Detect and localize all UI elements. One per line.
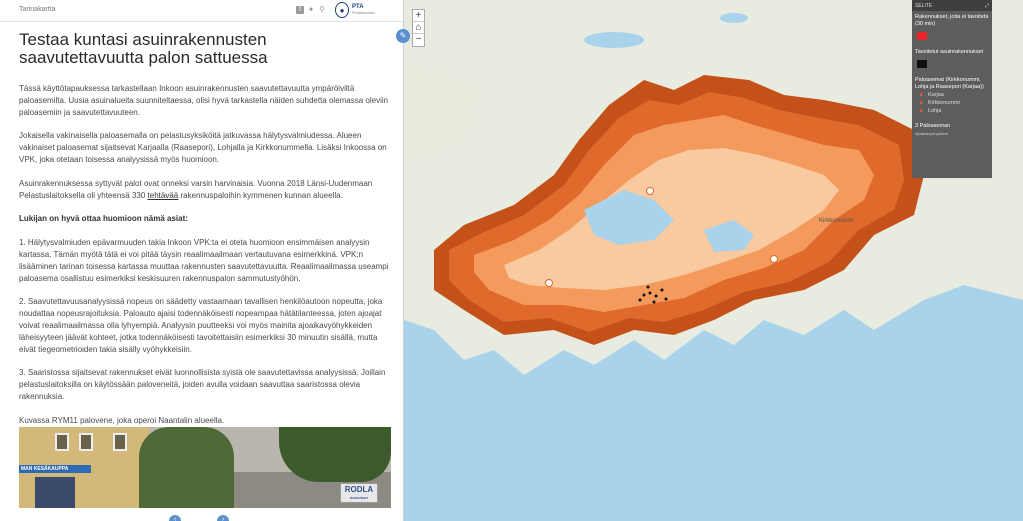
legend-reached: Tavoitetut asuinrakennukset: [912, 46, 992, 68]
building-dot: [664, 297, 668, 301]
pencil-icon[interactable]: ✎: [396, 29, 410, 43]
zoom-in-button[interactable]: +: [413, 10, 424, 22]
story-header: Tarinakartta f ✦ ⚲ ● PTA Pelastusalan: [0, 0, 403, 22]
truck-sign: RODLA RAKENTEET: [340, 483, 378, 503]
legend-stations: Paloasemat (Kirkkonummi, Lohja ja Raasep…: [912, 74, 992, 91]
fire-station-lohja: [646, 187, 654, 195]
lake: [720, 13, 748, 23]
map-legend: SELITE ⤢ Rakennukset, joita ei tavoiteta…: [912, 0, 992, 178]
story-paragraph-statistics: Asuinrakennuksessa syttyvät palot ovat o…: [19, 178, 391, 202]
story-content: Testaa kuntasi asuinrakennusten saavutet…: [19, 31, 391, 431]
fire-station-kirkkonummi: [770, 255, 778, 263]
story-paragraph-intro: Tässä käyttötapauksessa tarkastellaan In…: [19, 84, 389, 117]
building-dot: [638, 298, 642, 302]
reached-swatch: [917, 60, 927, 68]
story-note-1: 1. Hälytysvalmiuden epävarmuuden takia I…: [19, 238, 389, 283]
link-icon[interactable]: ⚲: [318, 6, 326, 14]
tasks-link[interactable]: tehtävää: [148, 191, 179, 200]
building-dot: [646, 285, 650, 289]
building-dot: [654, 294, 658, 298]
logo-subtext: Pelastusalan: [352, 10, 375, 15]
legend-header[interactable]: SELITE ⤢: [912, 0, 992, 11]
story-panel: Tarinakartta f ✦ ⚲ ● PTA Pelastusalan Tes…: [0, 0, 404, 521]
story-title: Testaa kuntasi asuinrakennusten saavutet…: [19, 30, 268, 67]
legend-zones-label: 3 Paloaseman: [915, 123, 951, 129]
legend-unreached-label: Rakennukset, joita ei tavoiteta (30 min): [915, 14, 989, 27]
zoom-out-button[interactable]: −: [413, 34, 424, 46]
station-name: Kirkkonummi: [927, 100, 960, 106]
previous-section-button[interactable]: ‹: [169, 515, 181, 521]
legend-stations-label: Paloasemat (Kirkkonummi, Lohja ja Raasep…: [915, 77, 984, 90]
place-label: Kirkkonummi: [819, 218, 854, 224]
unreached-swatch: [917, 32, 927, 40]
fire-icon: ▲: [918, 108, 924, 114]
facebook-icon[interactable]: f: [296, 6, 304, 14]
location-pin-icon: ●: [335, 2, 349, 18]
home-button[interactable]: ⌂: [413, 22, 424, 34]
story-paragraph-stations: Jokaisella vakinaisella paloasemalla on …: [19, 131, 387, 164]
organization-logo[interactable]: ● PTA Pelastusalan: [335, 2, 375, 18]
share-buttons: f ✦ ⚲: [296, 6, 326, 14]
legend-station-item: ▲ Lohja: [912, 107, 992, 115]
fire-icon: ▲: [918, 92, 924, 98]
collapse-icon[interactable]: ⤢: [985, 3, 989, 9]
story-note-3: 3. Saaristossa sijaitsevat rakennukset e…: [19, 368, 386, 401]
building-dot: [652, 300, 656, 304]
next-section-button[interactable]: ›: [217, 515, 229, 521]
story-notes-heading: Lukijan on hyvä ottaa huomioon nämä asia…: [19, 214, 188, 224]
truck-subtext: RAKENTEET: [349, 496, 369, 500]
legend-station-item: ▲ Kirkkonummi: [912, 99, 992, 107]
legend-zones: 3 Paloaseman Ajoaikavyöhykkeet: [912, 115, 992, 137]
stats-text-after: rakennuspaloihin kymmenen kunnan alueell…: [178, 190, 343, 200]
legend-title: SELITE: [915, 3, 933, 9]
truck-text: RODLA: [344, 485, 374, 494]
legend-station-item: ▲ Karjaa: [912, 91, 992, 99]
station-name: Lohja: [927, 108, 942, 114]
fire-icon: ▲: [918, 100, 924, 106]
fireboat-photo: MAN KESÄKAUPPA RODLA RAKENTEET: [19, 427, 391, 508]
app-name: Tarinakartta: [19, 6, 56, 13]
building-dot: [648, 291, 652, 295]
fire-station-karjaa: [545, 279, 553, 287]
legend-reached-label: Tavoitetut asuinrakennukset: [915, 49, 984, 55]
legend-zones-sublabel: Ajoaikavyöhykkeet: [915, 131, 949, 136]
station-name: Karjaa: [927, 92, 944, 98]
shop-sign: MAN KESÄKAUPPA: [19, 465, 91, 473]
map-zoom-controls: + ⌂ −: [412, 9, 425, 47]
legend-unreached: Rakennukset, joita ei tavoiteta (30 min): [912, 11, 992, 40]
twitter-icon[interactable]: ✦: [307, 6, 315, 14]
lake: [584, 32, 644, 48]
story-note-2: 2. Saavutettavuusanalyysissä nopeus on s…: [19, 297, 383, 354]
building-dot: [660, 288, 664, 292]
photo-caption: Kuvassa RYM11 palovene, joka operoi Naan…: [19, 415, 225, 425]
building-dot: [642, 293, 646, 297]
